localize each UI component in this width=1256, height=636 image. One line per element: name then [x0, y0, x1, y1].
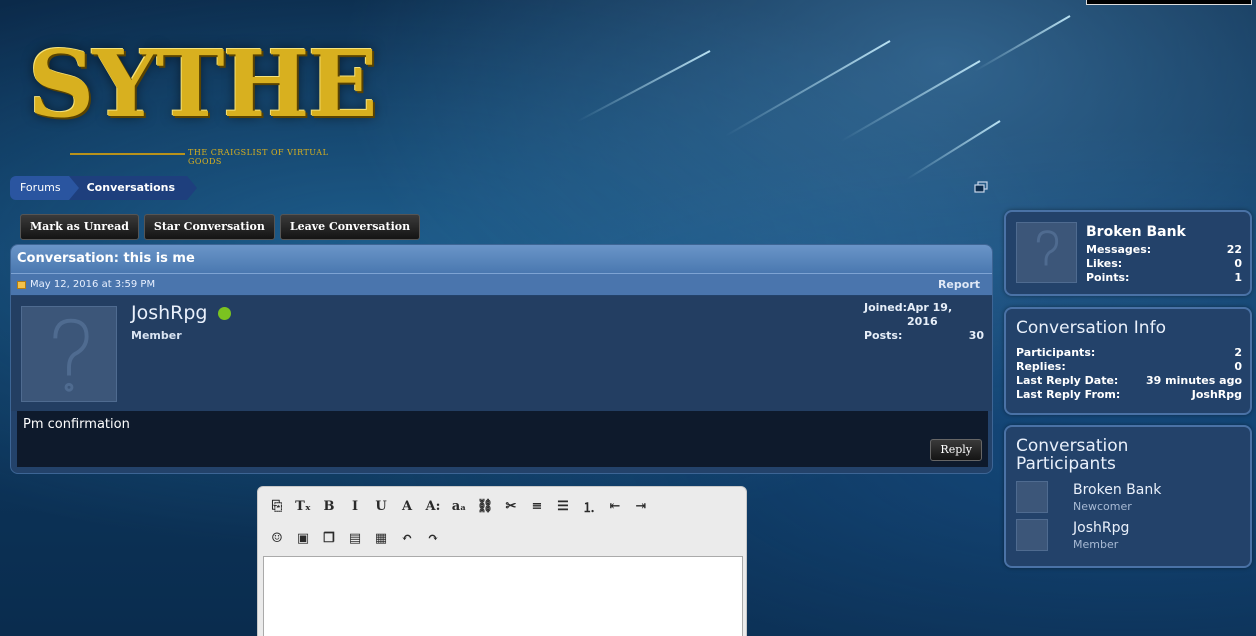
conversation-panel: Conversation: this is me May 12, 2016 at…: [10, 244, 993, 474]
participant-role: Member: [1073, 538, 1119, 551]
background-streak: [906, 120, 1001, 181]
background-streak: [577, 50, 711, 123]
participants-panel: Conversation Participants Broken Bank Ne…: [1004, 425, 1252, 568]
mark-unread-button[interactable]: Mark as Unread: [20, 214, 139, 240]
post-username[interactable]: JoshRpg: [131, 302, 231, 324]
info-label: Last Reply From:: [1016, 388, 1121, 401]
breadcrumb: Forums Conversations: [10, 176, 198, 200]
breadcrumb-conversations[interactable]: Conversations: [68, 176, 198, 200]
background-streak: [724, 40, 891, 137]
participants-title-line2: Participants: [1016, 454, 1116, 474]
media-icon[interactable]: ❐: [320, 529, 338, 547]
online-status-icon: [217, 306, 231, 320]
avatar[interactable]: [21, 306, 117, 402]
reply-editor: ⎘ Tₓ B I U A A: aₐ ⛓ ✂ ≡ ☰ ⒈ ⇤ ⇥ ☺ ▣ ❐ ▤ ▦ ↶ ↷: [257, 486, 747, 636]
stat-label: Messages:: [1086, 243, 1152, 256]
editor-toolbar-row-2: ☺ ▣ ❐ ▤ ▦ ↶ ↷: [268, 529, 442, 547]
leave-conversation-button[interactable]: Leave Conversation: [279, 214, 421, 240]
info-value: 39 minutes ago: [1146, 374, 1242, 387]
site-logo[interactable]: SYTHE THE CRAIGSLIST OF VIRTUAL GOODS: [20, 10, 378, 166]
participant-item: JoshRpg Member: [1016, 519, 1242, 553]
bullet-list-icon[interactable]: ☰: [554, 497, 572, 515]
posts-label: Posts:: [864, 329, 903, 342]
logo-tagline: THE CRAIGSLIST OF VIRTUAL GOODS: [188, 148, 329, 166]
bold-icon[interactable]: B: [320, 497, 338, 515]
visitor-stats: Messages: 22 Likes: 0 Points: 1: [1086, 243, 1242, 285]
clear-format-icon[interactable]: Tₓ: [294, 497, 312, 515]
font-color-icon[interactable]: A: [398, 497, 416, 515]
info-label: Last Reply Date:: [1016, 374, 1119, 387]
avatar[interactable]: [1016, 481, 1048, 513]
smiley-icon[interactable]: ☺: [268, 529, 286, 547]
conversation-actions: Mark as Unread Star Conversation Leave C…: [20, 214, 421, 240]
save-draft-icon[interactable]: ▦: [372, 529, 390, 547]
info-label: Replies:: [1016, 360, 1066, 373]
logo-underline: [70, 153, 185, 155]
expand-icon[interactable]: [974, 181, 988, 193]
reply-button[interactable]: Reply: [930, 439, 982, 461]
avatar[interactable]: [1016, 519, 1048, 551]
redo-icon[interactable]: ↷: [424, 529, 442, 547]
info-value: 0: [1234, 360, 1242, 373]
align-icon[interactable]: ≡: [528, 497, 546, 515]
visitor-name[interactable]: Broken Bank: [1086, 224, 1186, 240]
font-family-icon[interactable]: aₐ: [450, 497, 468, 515]
conversation-info-panel: Conversation Info Participants: 2 Replies…: [1004, 307, 1252, 415]
conversation-info-list: Participants: 2 Replies: 0 Last Reply Date…: [1016, 346, 1242, 402]
background-streak: [974, 15, 1071, 72]
info-label: Participants:: [1016, 346, 1096, 359]
visitor-panel: Broken Bank Messages: 22 Likes: 0 Points: 1: [1004, 210, 1252, 296]
breadcrumb-forums[interactable]: Forums: [10, 176, 79, 200]
info-value[interactable]: JoshRpg: [1192, 388, 1242, 402]
font-size-icon[interactable]: A:: [424, 497, 442, 515]
message-body: Pm confirmation Reply: [17, 411, 988, 467]
remove-format-icon[interactable]: ⎘: [268, 497, 286, 515]
stat-value[interactable]: 1: [1234, 271, 1242, 285]
avatar-placeholder-icon: [53, 318, 89, 392]
numbered-list-icon[interactable]: ⒈: [580, 497, 598, 516]
participant-name[interactable]: JoshRpg: [1073, 520, 1129, 536]
message-post: JoshRpg Member Joined: Apr 19, 2016 Post…: [11, 296, 992, 411]
unlink-icon[interactable]: ✂: [502, 497, 520, 515]
avatar-placeholder-icon: [1036, 230, 1059, 266]
participant-item: Broken Bank Newcomer: [1016, 481, 1242, 515]
joined-value: Apr 19, 2016: [907, 301, 953, 328]
logo-word: SYTHE: [28, 30, 378, 138]
message-icon: [17, 280, 26, 289]
reply-textarea[interactable]: [263, 556, 743, 636]
message-text: Pm confirmation: [23, 417, 130, 432]
participants-title-line1: Conversation: [1016, 436, 1129, 456]
indent-icon[interactable]: ⇥: [632, 497, 650, 515]
stat-label: Likes:: [1086, 257, 1123, 270]
star-conversation-button[interactable]: Star Conversation: [143, 214, 275, 240]
conversation-title: Conversation: this is me: [11, 245, 992, 273]
username-text[interactable]: JoshRpg: [131, 302, 208, 324]
stat-value[interactable]: 0: [1234, 257, 1242, 271]
info-value: 2: [1234, 346, 1242, 359]
conversation-info-title: Conversation Info: [1016, 318, 1166, 338]
background-streak: [840, 60, 981, 142]
posts-value[interactable]: 30: [969, 329, 984, 343]
editor-toolbar-row-1: ⎘ Tₓ B I U A A: aₐ ⛓ ✂ ≡ ☰ ⒈ ⇤ ⇥: [268, 497, 650, 516]
avatar[interactable]: [1016, 222, 1077, 283]
joined-label: Joined:: [864, 301, 907, 314]
user-stats: Joined: Apr 19, 2016 Posts: 30: [864, 301, 984, 343]
message-date[interactable]: May 12, 2016 at 3:59 PM: [30, 279, 155, 290]
italic-icon[interactable]: I: [346, 497, 364, 515]
image-icon[interactable]: ▣: [294, 529, 312, 547]
undo-icon[interactable]: ↶: [398, 529, 416, 547]
outdent-icon[interactable]: ⇤: [606, 497, 624, 515]
participant-role: Newcomer: [1073, 500, 1132, 513]
message-meta: May 12, 2016 at 3:59 PM Report: [11, 273, 992, 295]
top-search-box[interactable]: [1086, 0, 1252, 5]
participants-title: Conversation Participants: [1016, 437, 1128, 473]
participant-name[interactable]: Broken Bank: [1073, 482, 1161, 498]
underline-icon[interactable]: U: [372, 497, 390, 515]
stat-label: Points:: [1086, 271, 1130, 284]
report-link[interactable]: Report: [938, 278, 980, 291]
link-icon[interactable]: ⛓: [476, 497, 494, 515]
code-icon[interactable]: ▤: [346, 529, 364, 547]
user-title: Member: [131, 329, 182, 342]
stat-value[interactable]: 22: [1227, 243, 1242, 257]
